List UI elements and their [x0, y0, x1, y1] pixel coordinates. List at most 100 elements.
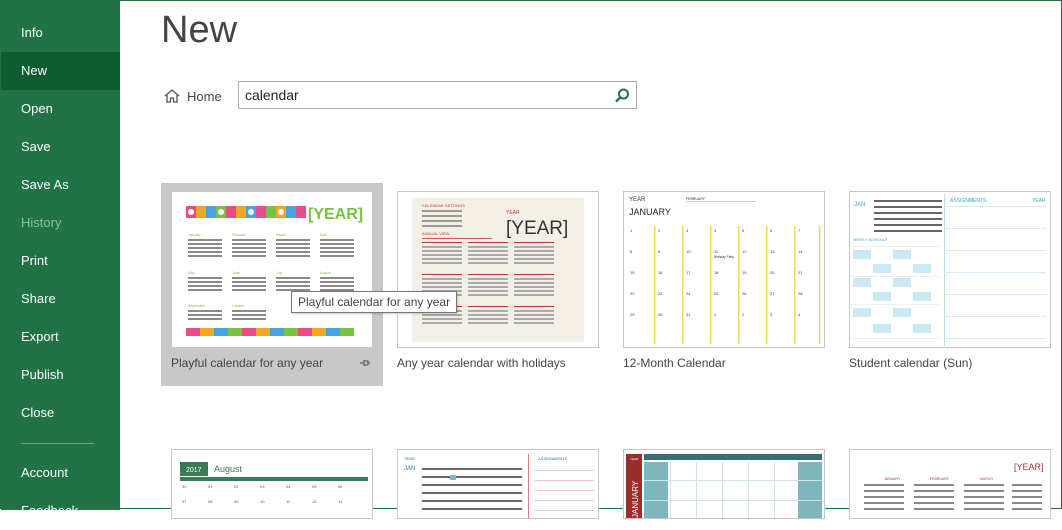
- svg-text:20: 20: [770, 270, 775, 275]
- svg-text:14: 14: [798, 249, 803, 254]
- thumb-settings: CALENDAR SETTINGS: [422, 203, 465, 208]
- svg-text:October: October: [232, 304, 245, 308]
- nav-new[interactable]: New: [1, 52, 120, 90]
- svg-text:28: 28: [798, 291, 803, 296]
- svg-text:7: 7: [798, 228, 801, 233]
- svg-text:22: 22: [630, 291, 635, 296]
- template-thumbnail: YEAR FEBRUARY JANUARY 1234567 8 9 10 11 12 13…: [623, 191, 825, 348]
- svg-text:March: March: [276, 233, 286, 237]
- nav-close[interactable]: Close: [1, 394, 120, 432]
- thumb-schedule: WEEKLY SCHEDULE: [853, 238, 888, 242]
- thumb-year: YEAR: [629, 197, 646, 203]
- svg-text:03: 03: [260, 484, 265, 489]
- thumb-month: JANUARY: [629, 207, 671, 217]
- template-tile-row2-2[interactable]: YEAR JAN ASSIGNMENTS: [387, 441, 609, 519]
- flower-banner-top: [186, 206, 306, 218]
- nav-feedback[interactable]: Feedback: [1, 492, 120, 530]
- svg-text:4: 4: [714, 228, 717, 233]
- svg-text:05: 05: [312, 484, 317, 489]
- nav-history: History: [21, 215, 62, 230]
- nav-save[interactable]: Save: [1, 128, 120, 166]
- svg-text:27: 27: [770, 291, 775, 296]
- thumb-year: [YEAR]: [308, 206, 363, 223]
- svg-text:10: 10: [686, 249, 691, 254]
- thumb-month-3: MARCH: [980, 477, 993, 481]
- svg-text:1: 1: [630, 228, 633, 233]
- svg-text:2: 2: [658, 228, 661, 233]
- nav-save-as[interactable]: Save As: [1, 166, 120, 204]
- svg-text:3: 3: [686, 228, 689, 233]
- svg-text:07: 07: [182, 499, 187, 504]
- template-thumbnail: JAN ASSIGNMENTS YEAR WEEKLY SCHEDULE: [849, 191, 1051, 348]
- svg-text:January: January: [188, 233, 201, 237]
- svg-text:08: 08: [208, 499, 213, 504]
- nav-open[interactable]: Open: [1, 90, 120, 128]
- svg-text:02: 02: [234, 484, 239, 489]
- flower-banner-bottom: [186, 328, 354, 336]
- template-tile-row2-4[interactable]: [YEAR] JANUARY FEBRUARY MARCH: [839, 441, 1061, 519]
- template-tile-playful-calendar[interactable]: [YEAR] January February March April May June…: [161, 183, 383, 386]
- svg-text:06: 06: [338, 484, 343, 489]
- home-icon: [164, 89, 180, 103]
- thumb-year: [YEAR]: [1014, 462, 1044, 472]
- template-search-box: [238, 81, 637, 109]
- page-title: New: [161, 9, 238, 51]
- svg-text:3: 3: [770, 312, 773, 317]
- thumb-month-2: FEBRUARY: [930, 477, 950, 481]
- svg-text:15: 15: [630, 270, 635, 275]
- svg-text:2: 2: [742, 312, 745, 317]
- tooltip: Playful calendar for any year: [291, 291, 458, 313]
- nav-share[interactable]: Share: [1, 280, 120, 318]
- thumb-year: 2017: [186, 467, 202, 474]
- template-tile-12-month[interactable]: YEAR FEBRUARY JANUARY 1234567 8 9 10 11 12 13…: [613, 183, 835, 386]
- svg-text:29: 29: [630, 312, 635, 317]
- thumb-assignments: ASSIGNMENTS: [950, 198, 987, 204]
- svg-text:11: 11: [286, 499, 291, 504]
- svg-text:21: 21: [798, 270, 803, 275]
- search-icon[interactable]: [613, 87, 631, 105]
- nav-export[interactable]: Export: [1, 318, 120, 356]
- template-label: Playful calendar for any year: [171, 356, 324, 370]
- svg-text:26: 26: [742, 291, 747, 296]
- svg-text:4: 4: [798, 312, 801, 317]
- template-thumbnail: CALENDAR SETTINGS YEAR [YEAR] ANNUAL VIE…: [397, 191, 599, 348]
- thumb-year: YEAR: [1032, 198, 1046, 204]
- svg-text:24: 24: [686, 291, 691, 296]
- pin-icon[interactable]: [359, 357, 371, 369]
- thumb-year: [YEAR]: [506, 218, 568, 239]
- nav-account[interactable]: Account: [1, 454, 120, 492]
- thumb-month-small: FEBRUARY: [686, 197, 706, 201]
- home-link[interactable]: Home: [163, 86, 222, 106]
- svg-text:11: 11: [714, 249, 719, 254]
- nav-info[interactable]: Info: [1, 14, 120, 52]
- nav-print[interactable]: Print: [1, 242, 120, 280]
- svg-text:30: 30: [658, 312, 663, 317]
- search-input[interactable]: [245, 85, 605, 105]
- svg-text:May: May: [188, 271, 195, 275]
- template-thumbnail: [YEAR] January February March April May June…: [171, 191, 373, 348]
- template-label: Student calendar (Sun): [849, 356, 973, 370]
- svg-text:04: 04: [286, 484, 291, 489]
- svg-text:9: 9: [658, 249, 661, 254]
- thumb-assignments: ASSIGNMENTS: [538, 456, 567, 461]
- thumb-month: JANUARY: [631, 480, 640, 518]
- svg-text:25: 25: [714, 291, 719, 296]
- thumb-month: JAN: [854, 202, 865, 208]
- svg-text:April: April: [320, 233, 327, 237]
- template-label: Any year calendar with holidays: [397, 356, 566, 370]
- svg-text:February: February: [232, 233, 246, 237]
- svg-text:September: September: [188, 304, 206, 308]
- template-tile-any-year-holidays[interactable]: CALENDAR SETTINGS YEAR [YEAR] ANNUAL VIE…: [387, 183, 609, 386]
- svg-text:13: 13: [338, 499, 343, 504]
- svg-text:23: 23: [658, 291, 663, 296]
- thumb-month-1: JANUARY: [884, 477, 901, 481]
- template-tile-row2-3[interactable]: YEAR JANUARY: [613, 441, 835, 519]
- svg-text:12: 12: [742, 249, 747, 254]
- template-tile-student-calendar[interactable]: JAN ASSIGNMENTS YEAR WEEKLY SCHEDULE Stu…: [839, 183, 1061, 386]
- nav-publish[interactable]: Publish: [1, 356, 120, 394]
- thumb-month: August: [214, 464, 243, 474]
- svg-text:12: 12: [312, 499, 317, 504]
- svg-text:18: 18: [714, 270, 719, 275]
- template-tile-row2-1[interactable]: 2017 August 30 01 02 03 04 05 06 07 08 09 10 11 12 1…: [161, 441, 383, 519]
- svg-text:13: 13: [770, 249, 775, 254]
